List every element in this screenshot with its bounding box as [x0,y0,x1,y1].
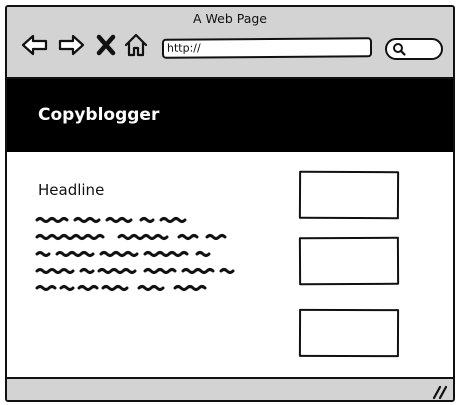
browser-window: A Web Page http:// Copyblogger Headline [5,5,455,402]
placeholder-text-block [35,217,235,291]
article-headline: Headline [38,181,105,199]
window-title: A Web Page [192,11,267,26]
url-input[interactable]: http:// [161,37,373,59]
home-icon[interactable] [123,33,149,57]
back-arrow-icon[interactable] [21,33,49,57]
sidebar-image-placeholder [298,236,400,286]
search-icon [393,43,406,56]
search-input[interactable] [385,38,443,60]
status-bar [7,377,453,400]
resize-grip-icon[interactable] [431,383,447,399]
browser-titlebar: A Web Page http:// [7,7,453,79]
sidebar-image-placeholder [298,170,400,220]
close-x-icon[interactable] [95,33,117,57]
site-header: Copyblogger [7,79,453,152]
url-text: http:// [166,41,201,55]
site-name[interactable]: Copyblogger [38,105,159,125]
forward-arrow-icon[interactable] [57,33,85,57]
sidebar-image-placeholder [298,308,400,358]
